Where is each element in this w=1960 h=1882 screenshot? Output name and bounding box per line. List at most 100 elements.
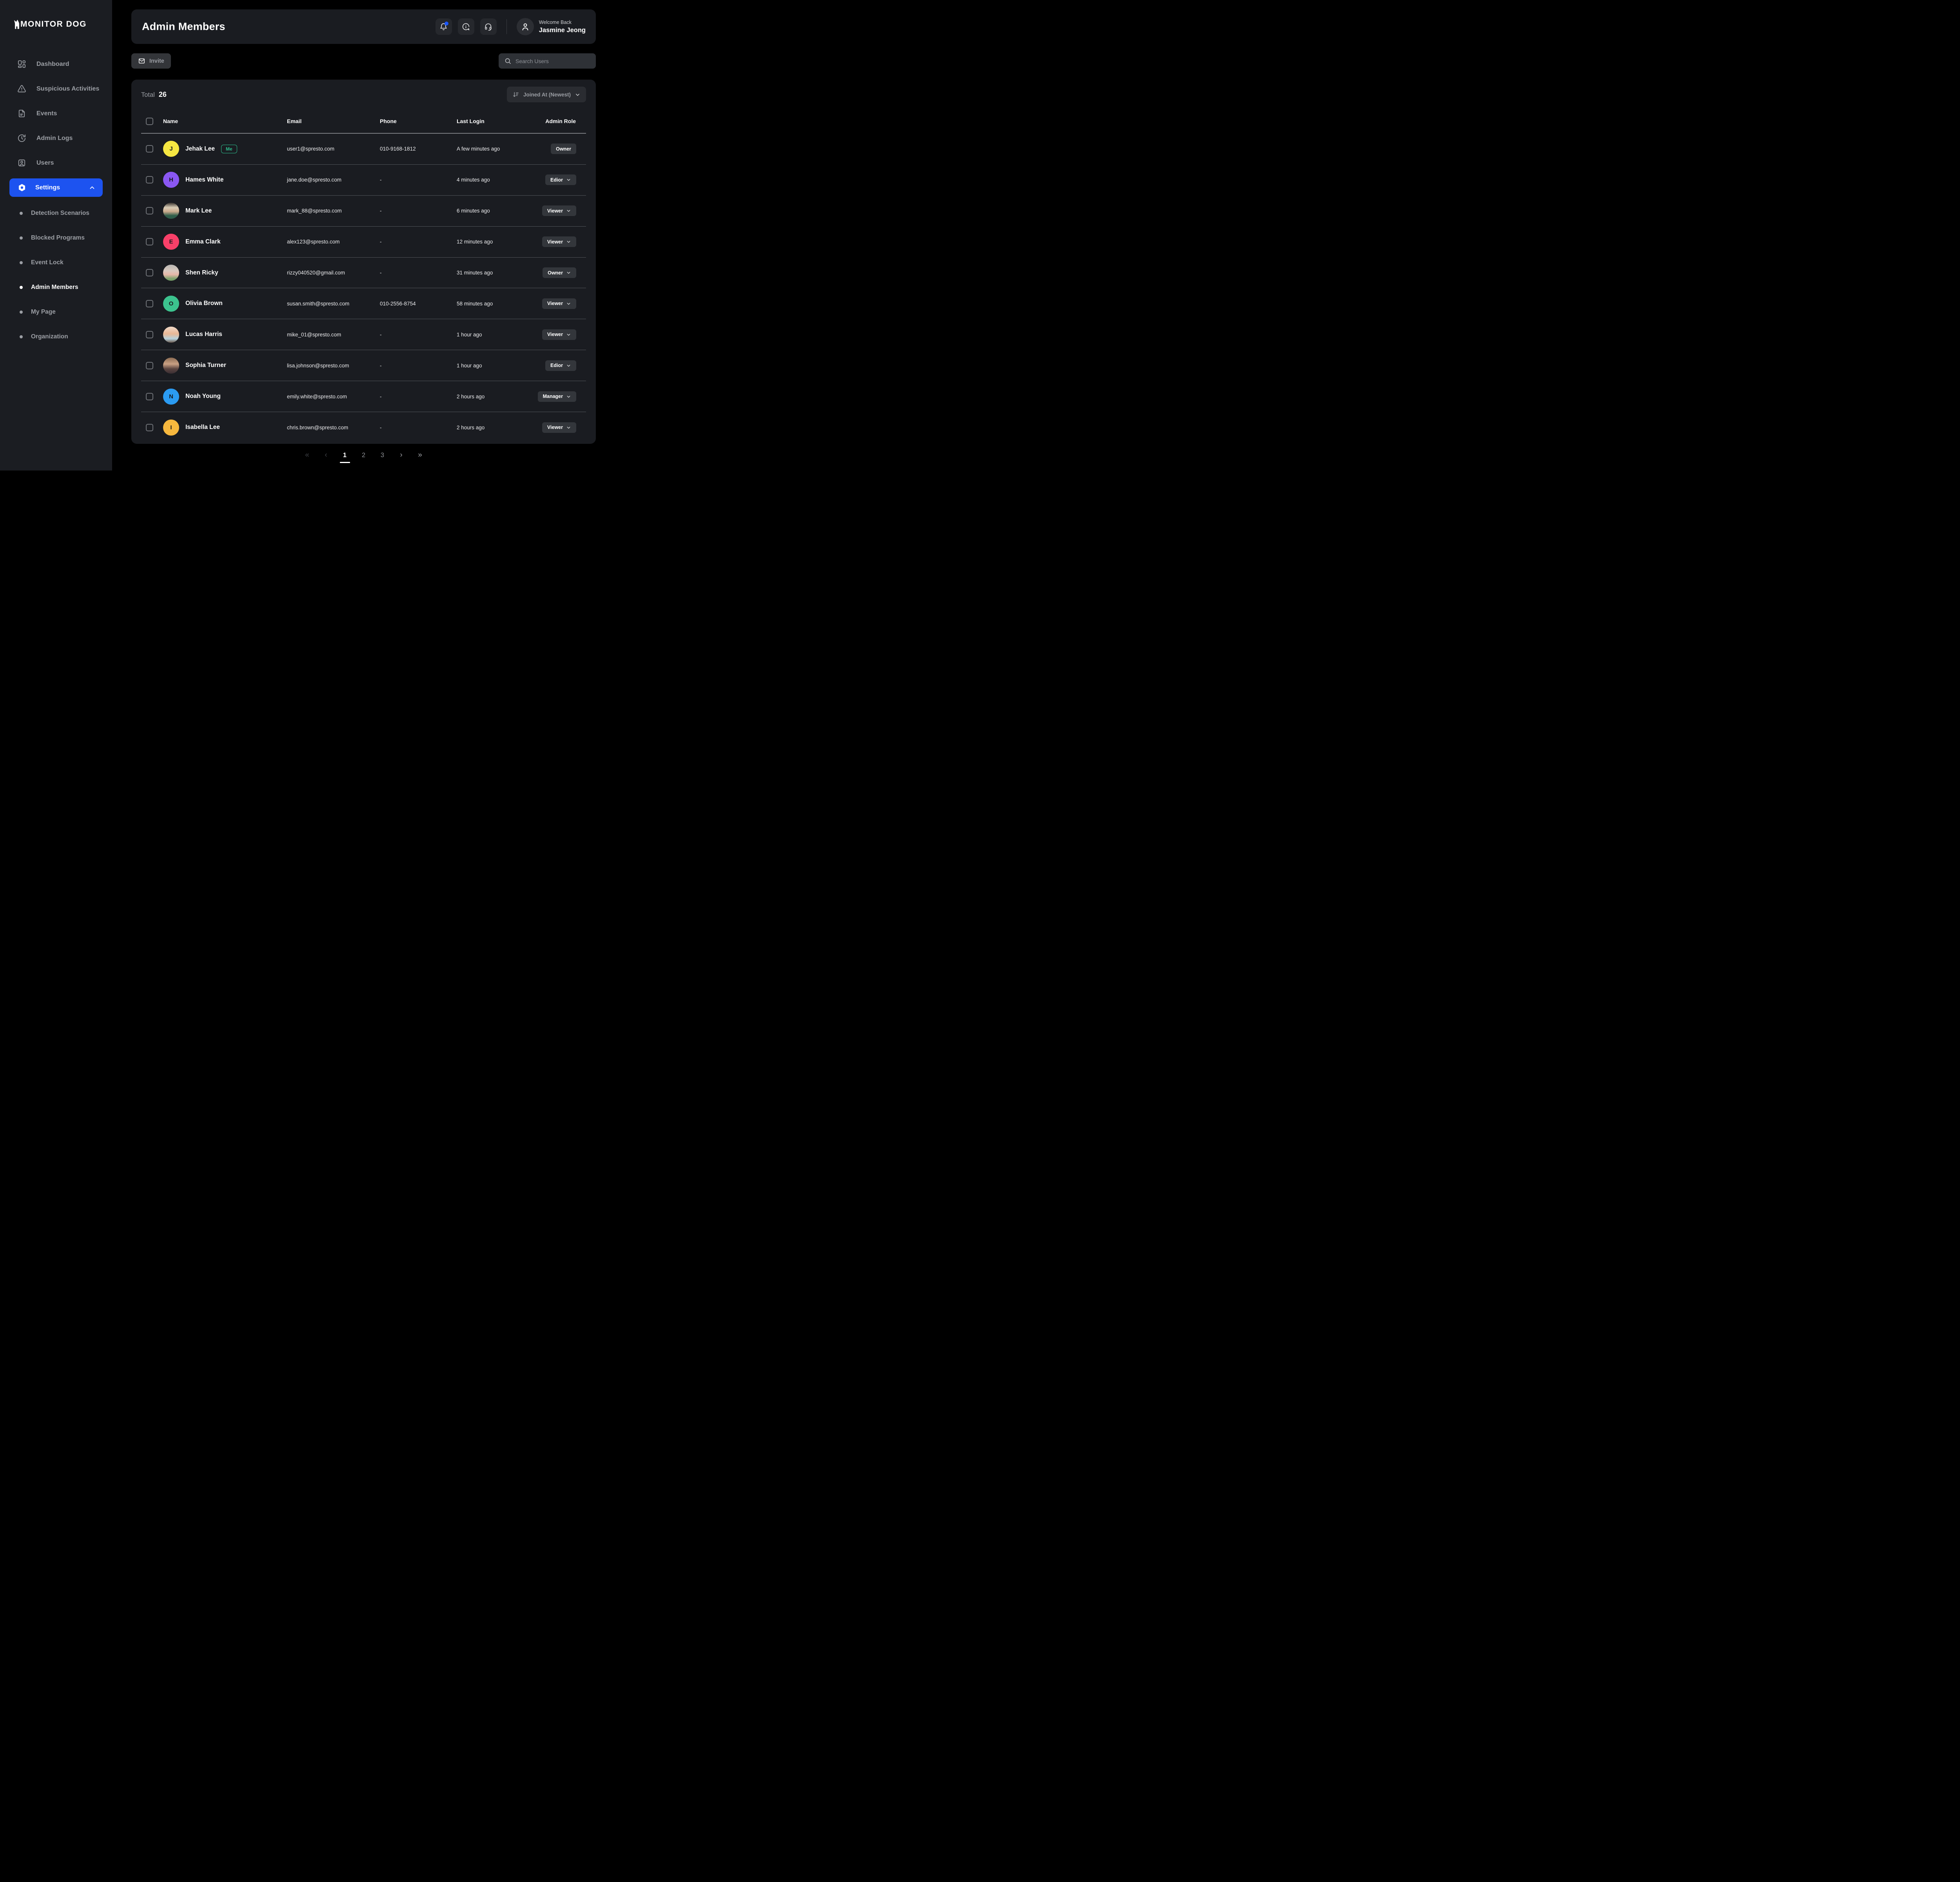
page-button-2[interactable]: 2 — [359, 452, 368, 461]
role-chevron-icon — [566, 394, 571, 399]
row-checkbox[interactable] — [146, 207, 153, 214]
member-phone: 010-2556-8754 — [380, 301, 457, 307]
table-row: J Jehak Lee Me user1@spresto.com 010-916… — [141, 134, 586, 165]
sidebar-item-admin-logs[interactable]: Admin Logs — [0, 126, 112, 151]
member-name: Mark Lee — [185, 207, 212, 214]
notification-dot — [445, 22, 448, 25]
sidebar-subitem-admin-members[interactable]: Admin Members — [0, 275, 112, 300]
sidebar-subitem-blocked-programs[interactable]: Blocked Programs — [0, 225, 112, 250]
row-checkbox[interactable] — [146, 331, 153, 338]
table-row: Lucas Harris mike_01@spresto.com - 1 hou… — [141, 319, 586, 350]
notifications-button[interactable] — [436, 18, 452, 35]
avatar — [163, 327, 179, 343]
app-logo-text: MONITOR DOG — [20, 20, 87, 29]
support-button[interactable] — [480, 18, 497, 35]
avatar — [517, 18, 534, 35]
bullet-icon — [20, 261, 23, 264]
role-chevron-icon — [566, 425, 571, 430]
role-dropdown[interactable]: Viewer — [542, 422, 576, 433]
sidebar-subitem-event-lock[interactable]: Event Lock — [0, 250, 112, 275]
role-label: Viewer — [547, 425, 563, 430]
app-logo: MONITOR DOG — [14, 20, 87, 29]
table-row: O Olivia Brown susan.smith@spresto.com 0… — [141, 288, 586, 319]
row-checkbox[interactable] — [146, 393, 153, 400]
role-dropdown[interactable]: Manager — [538, 391, 576, 402]
member-email: chris.brown@spresto.com — [287, 425, 380, 431]
page-button-3[interactable]: 3 — [378, 452, 387, 461]
sidebar-item-users[interactable]: Users — [0, 151, 112, 175]
row-checkbox[interactable] — [146, 424, 153, 431]
page-title: Admin Members — [142, 21, 225, 33]
row-checkbox[interactable] — [146, 145, 153, 153]
total-label: Total — [141, 91, 155, 99]
first-page-button[interactable]: « — [303, 451, 312, 462]
role-dropdown[interactable]: Owner — [551, 144, 576, 154]
member-last-login: 2 hours ago — [457, 425, 532, 431]
member-phone: - — [380, 270, 457, 276]
pagination: « ‹ 1 2 3 › » — [131, 451, 596, 462]
row-checkbox[interactable] — [146, 269, 153, 276]
row-checkbox[interactable] — [146, 362, 153, 369]
member-name: Olivia Brown — [185, 300, 223, 307]
user-menu[interactable]: Welcome Back Jasmine Jeong — [517, 18, 586, 35]
role-dropdown[interactable]: Edior — [545, 174, 576, 185]
sort-icon — [512, 91, 519, 98]
last-page-button[interactable]: » — [416, 451, 425, 462]
search-input[interactable] — [515, 58, 590, 64]
sidebar-item-label: Users — [36, 160, 54, 167]
role-dropdown[interactable]: Viewer — [542, 236, 576, 247]
sidebar-item-suspicious-activities[interactable]: Suspicious Activities — [0, 76, 112, 101]
member-email: rizzy040520@gmail.com — [287, 270, 380, 276]
row-checkbox[interactable] — [146, 176, 153, 183]
member-email: lisa.johnson@spresto.com — [287, 363, 380, 369]
next-page-button[interactable]: › — [397, 451, 406, 462]
member-email: alex123@spresto.com — [287, 239, 380, 245]
member-last-login: A few minutes ago — [457, 146, 532, 152]
member-name: Shen Ricky — [185, 269, 218, 276]
sidebar-item-settings[interactable]: Settings — [9, 178, 103, 197]
member-phone: 010-9168-1812 — [380, 146, 457, 152]
sidebar-subitem-my-page[interactable]: My Page — [0, 300, 112, 324]
info-button[interactable] — [458, 18, 474, 35]
me-badge: Me — [221, 145, 237, 153]
member-phone: - — [380, 425, 457, 431]
role-dropdown[interactable]: Viewer — [542, 298, 576, 309]
sidebar-subitem-detection-scenarios[interactable]: Detection Scenarios — [0, 201, 112, 225]
sidebar-subitem-label: Blocked Programs — [31, 234, 85, 242]
role-label: Viewer — [547, 239, 563, 245]
role-label: Owner — [548, 270, 563, 276]
sort-dropdown[interactable]: Joined At (Newest) — [507, 87, 586, 102]
history-icon — [17, 134, 26, 143]
avatar — [163, 203, 179, 219]
prev-page-button[interactable]: ‹ — [322, 451, 330, 462]
member-last-login: 6 minutes ago — [457, 208, 532, 214]
member-email: susan.smith@spresto.com — [287, 301, 380, 307]
page-button-1[interactable]: 1 — [341, 452, 349, 461]
bullet-icon — [20, 236, 23, 240]
header-actions: Welcome Back Jasmine Jeong — [436, 18, 586, 35]
row-checkbox[interactable] — [146, 238, 153, 245]
invite-button[interactable]: Invite — [131, 53, 171, 69]
total-count: Total 26 — [141, 91, 167, 99]
member-phone: - — [380, 363, 457, 369]
table-row: Shen Ricky rizzy040520@gmail.com - 31 mi… — [141, 258, 586, 289]
role-dropdown[interactable]: Viewer — [542, 329, 576, 340]
member-last-login: 2 hours ago — [457, 394, 532, 400]
page-header: Admin Members Welcome Back Jasmine — [131, 9, 596, 44]
invite-label: Invite — [149, 58, 164, 64]
avatar: E — [163, 234, 179, 250]
sidebar-item-label: Dashboard — [36, 61, 69, 68]
role-chevron-icon — [566, 301, 571, 306]
row-checkbox[interactable] — [146, 300, 153, 307]
sidebar-nav: Dashboard Suspicious Activities Events A… — [0, 52, 112, 349]
role-dropdown[interactable]: Edior — [545, 360, 576, 371]
role-dropdown[interactable]: Viewer — [542, 205, 576, 216]
sidebar-subitem-organization[interactable]: Organization — [0, 324, 112, 349]
role-dropdown[interactable]: Owner — [543, 267, 576, 278]
select-all-checkbox[interactable] — [146, 118, 153, 125]
sidebar: MONITOR DOG Dashboard Suspicious Activit… — [0, 0, 112, 470]
sidebar-item-events[interactable]: Events — [0, 101, 112, 126]
sidebar-subitem-label: Admin Members — [31, 284, 78, 291]
sidebar-item-label: Events — [36, 110, 57, 117]
sidebar-item-dashboard[interactable]: Dashboard — [0, 52, 112, 76]
